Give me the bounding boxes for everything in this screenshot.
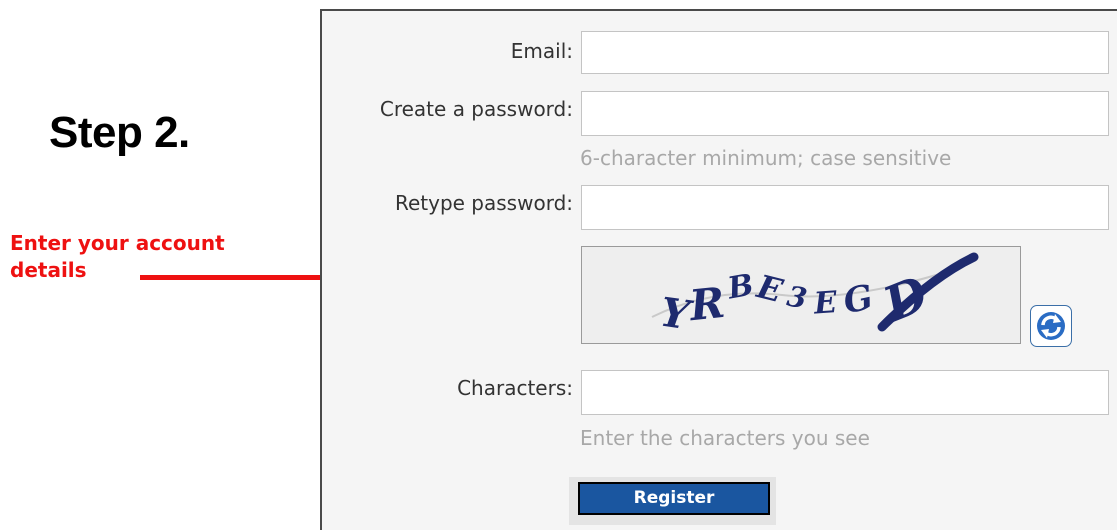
annotation-line-1: Enter your account bbox=[10, 231, 225, 255]
captcha-char: R bbox=[686, 278, 727, 330]
email-label: Email: bbox=[510, 39, 573, 63]
characters-field[interactable] bbox=[581, 370, 1109, 415]
refresh-icon bbox=[1037, 312, 1065, 340]
characters-label: Characters: bbox=[457, 376, 573, 400]
retype-password-label: Retype password: bbox=[394, 191, 573, 215]
characters-hint: Enter the characters you see bbox=[580, 426, 870, 450]
retype-password-field[interactable] bbox=[581, 185, 1109, 230]
captcha-char: E bbox=[812, 285, 839, 322]
captcha-char: G bbox=[840, 277, 877, 322]
create-password-field[interactable] bbox=[581, 91, 1109, 136]
step-title: Step 2. bbox=[49, 108, 190, 157]
captcha-char: B bbox=[724, 268, 756, 307]
captcha-char: E bbox=[752, 267, 786, 310]
captcha-image: Y R B E 3 E G D bbox=[581, 246, 1021, 344]
register-button[interactable]: Register bbox=[578, 482, 770, 515]
email-field[interactable] bbox=[581, 31, 1109, 74]
captcha-graphic: Y R B E 3 E G D bbox=[651, 252, 979, 340]
password-hint: 6-character minimum; case sensitive bbox=[580, 146, 952, 170]
create-password-label: Create a password: bbox=[379, 97, 573, 121]
captcha-refresh-button[interactable] bbox=[1030, 305, 1072, 347]
captcha-char: 3 bbox=[785, 280, 810, 316]
